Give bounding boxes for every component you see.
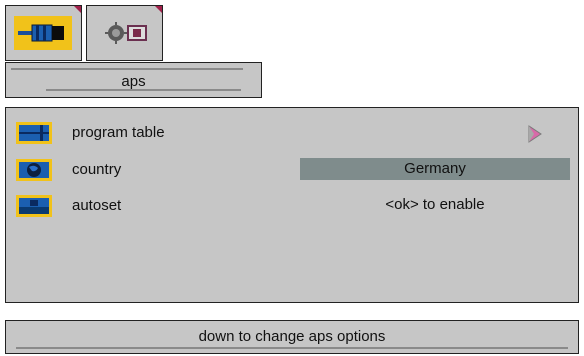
autoset-value: <ok> to enable <box>385 196 485 213</box>
divider <box>46 89 241 91</box>
country-value[interactable]: Germany <box>300 158 570 180</box>
divider <box>16 347 568 349</box>
tab-corner-marker <box>74 6 81 13</box>
divider <box>11 68 243 70</box>
menu-item-label: autoset <box>72 197 122 214</box>
menu-item-country[interactable]: country Germany <box>6 154 578 186</box>
menu-panel: program table country Germany autoset <o… <box>5 107 579 303</box>
device-settings-icon <box>95 16 153 50</box>
globe-icon <box>16 159 52 181</box>
tab-setup[interactable] <box>86 5 163 61</box>
menu-item-label: program table <box>72 124 165 141</box>
menu-item-program-table[interactable]: program table <box>6 117 578 149</box>
status-bar: down to change aps options <box>5 320 579 354</box>
tab-aps[interactable] <box>5 5 82 61</box>
page-title-box: aps <box>5 62 262 98</box>
page-title: aps <box>121 73 146 90</box>
menu-item-label: country <box>72 161 122 178</box>
plug-connector-icon <box>14 16 72 50</box>
program-table-icon <box>16 122 52 144</box>
submenu-arrow-icon[interactable] <box>528 125 542 143</box>
menu-item-autoset[interactable]: autoset <ok> to enable <box>6 190 578 222</box>
autoset-icon <box>16 195 52 217</box>
tab-corner-marker <box>155 6 162 13</box>
status-hint: down to change aps options <box>198 328 386 345</box>
